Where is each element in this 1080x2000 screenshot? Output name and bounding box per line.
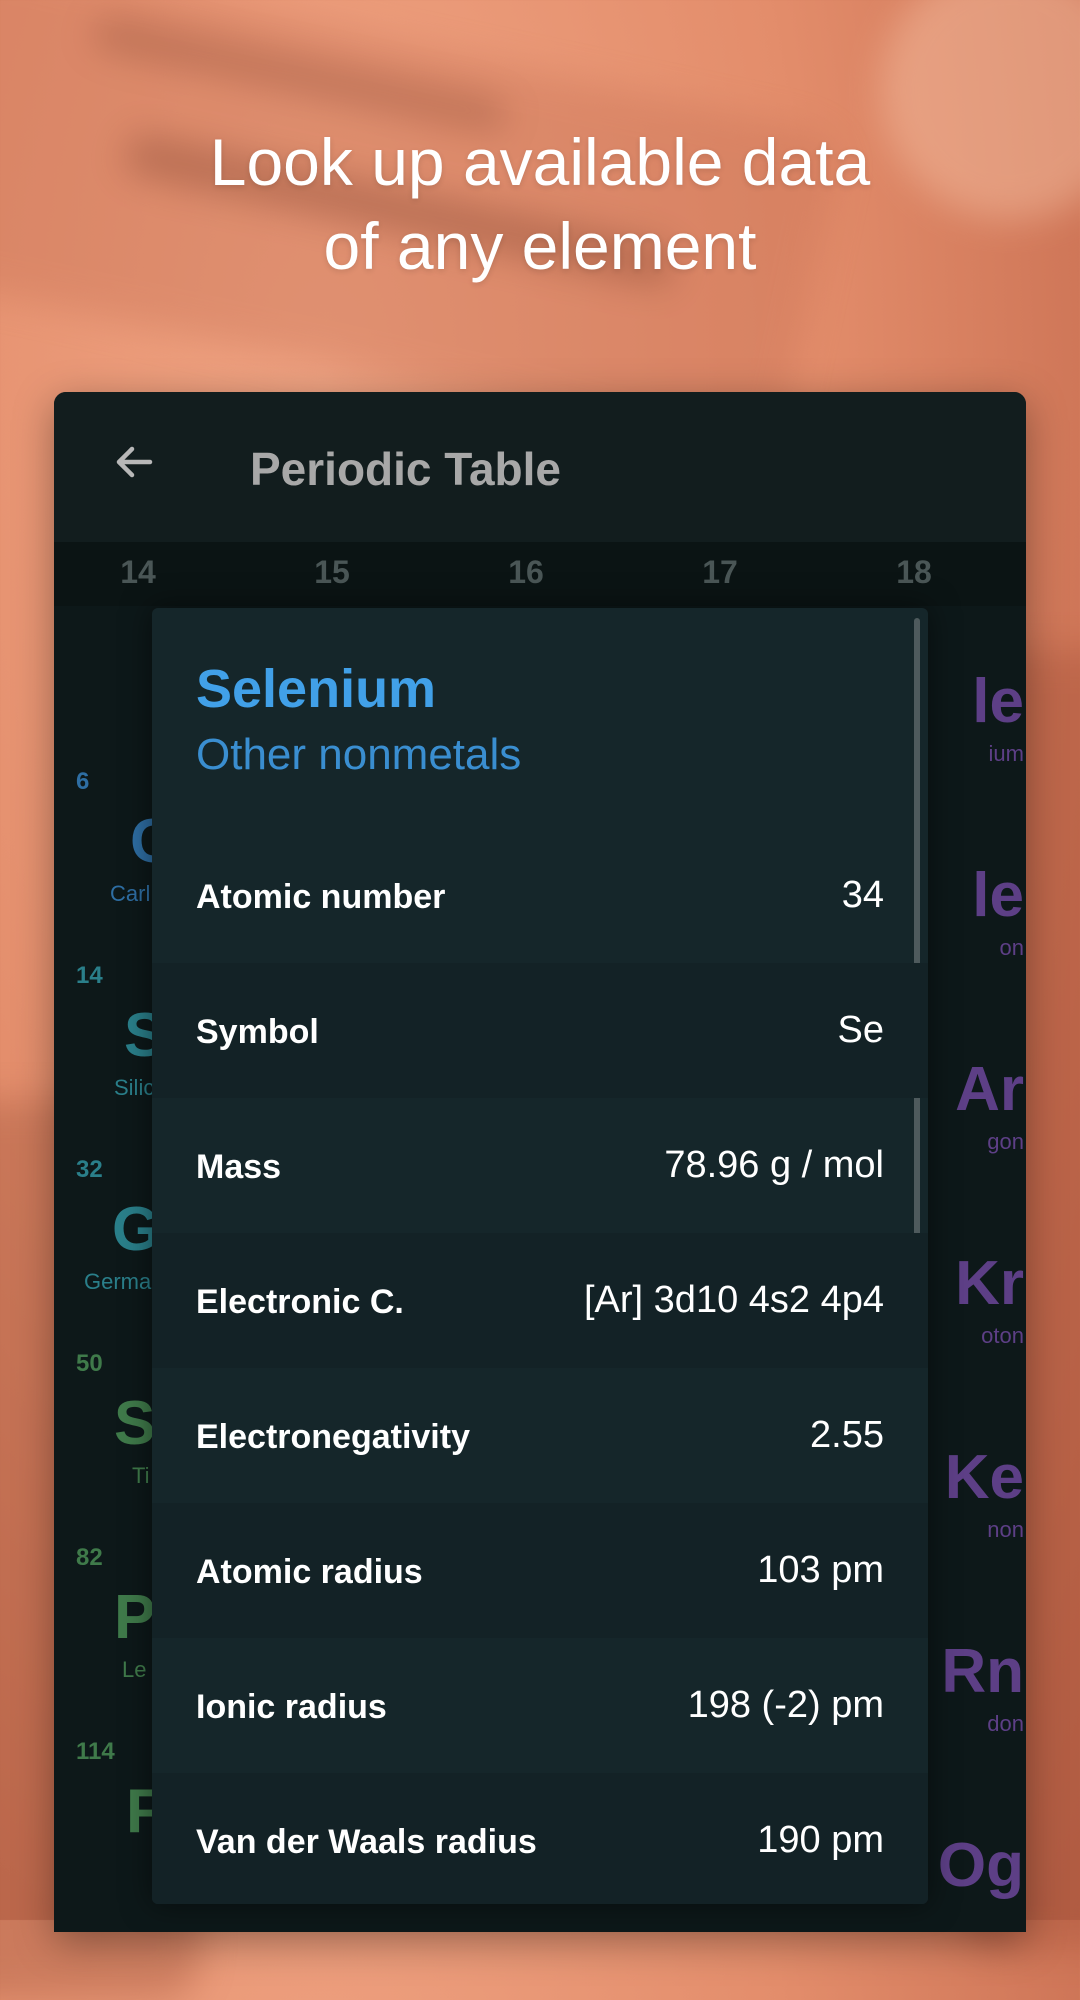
- property-value: 2.55: [810, 1414, 884, 1456]
- property-value: 34: [841, 874, 884, 916]
- promo-headline: Look up available data of any element: [0, 120, 1080, 288]
- property-row: Mass 78.96 g / mol: [152, 1098, 928, 1233]
- headline-line-1: Look up available data: [209, 125, 871, 199]
- property-value: 198 (-2) pm: [687, 1684, 884, 1726]
- headline-line-2: of any element: [323, 209, 757, 283]
- property-label: Electronegativity: [196, 1418, 470, 1456]
- group-number: 18: [896, 554, 932, 590]
- property-row: Ionic radius 198 (-2) pm: [152, 1638, 928, 1773]
- group-number: 16: [508, 554, 544, 590]
- property-row: Atomic radius 103 pm: [152, 1503, 928, 1638]
- property-row: Van der Waals radius 190 pm: [152, 1773, 928, 1904]
- group-number: 15: [314, 554, 350, 590]
- property-label: Atomic number: [196, 878, 446, 916]
- element-name-title: Selenium: [196, 659, 437, 719]
- property-row: Electronegativity 2.55: [152, 1368, 928, 1503]
- property-value: 190 pm: [757, 1819, 884, 1861]
- property-label: Ionic radius: [196, 1688, 387, 1726]
- group-number-header: 14 15 16 17 18: [54, 542, 1026, 606]
- property-label: Symbol: [196, 1013, 319, 1051]
- property-label: Electronic C.: [196, 1283, 404, 1321]
- back-button[interactable]: [102, 430, 166, 494]
- app-title: Periodic Table: [250, 443, 562, 495]
- property-label: Mass: [196, 1148, 282, 1186]
- property-value: 78.96 g / mol: [664, 1144, 884, 1186]
- element-category: Other nonmetals: [196, 730, 522, 779]
- group-number: 14: [120, 554, 156, 590]
- property-value: Se: [837, 1009, 884, 1051]
- element-detail-dialog[interactable]: Selenium Other nonmetals Atomic number 3…: [152, 608, 928, 1904]
- property-row: Atomic number 34: [152, 828, 928, 963]
- arrow-left-icon: [116, 446, 153, 478]
- property-label: Van der Waals radius: [196, 1823, 537, 1861]
- property-value: [Ar] 3d10 4s2 4p4: [584, 1279, 884, 1321]
- property-row: Symbol Se: [152, 963, 928, 1098]
- property-label: Atomic radius: [196, 1553, 423, 1591]
- property-row: Electronic C. [Ar] 3d10 4s2 4p4: [152, 1233, 928, 1368]
- property-value: 103 pm: [757, 1549, 884, 1591]
- group-number: 17: [702, 554, 738, 590]
- app-bar: Periodic Table: [54, 392, 1026, 542]
